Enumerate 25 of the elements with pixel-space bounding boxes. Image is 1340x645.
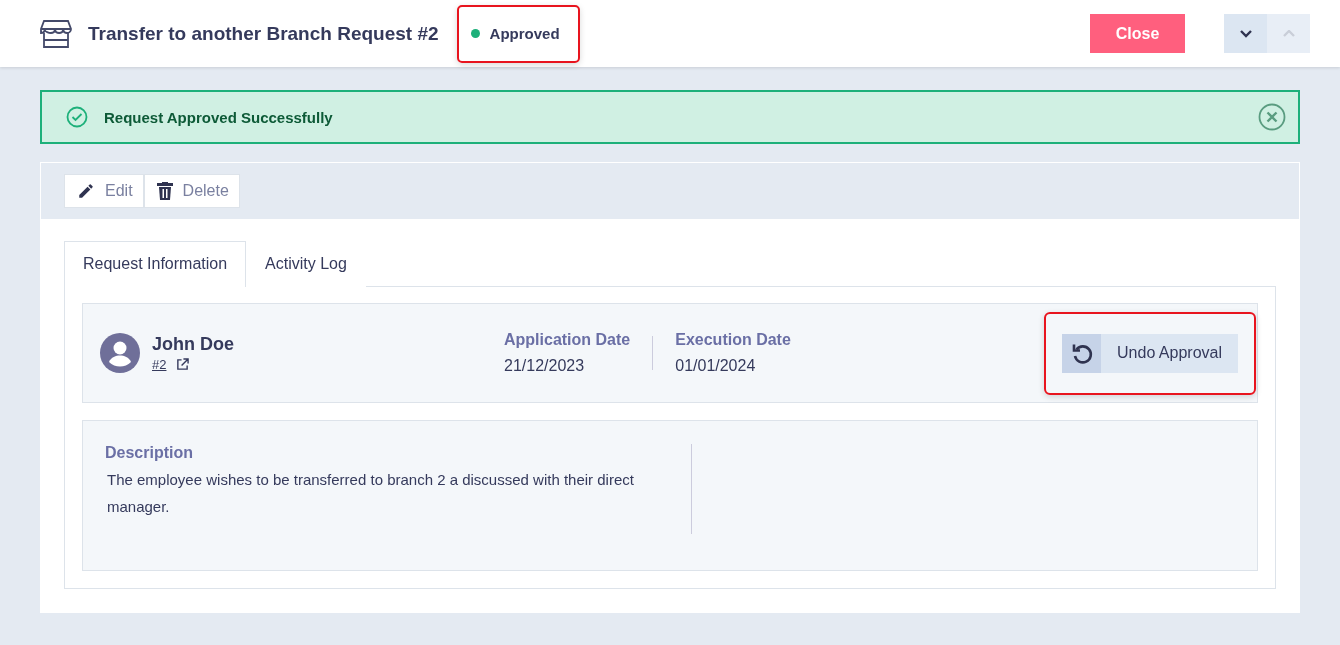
external-link-icon[interactable]	[176, 358, 190, 371]
edit-button[interactable]: Edit	[64, 174, 144, 208]
status-label: Approved	[489, 25, 560, 42]
date-value: 21/12/2023	[504, 357, 586, 375]
employee-number-link[interactable]: #2	[152, 357, 167, 372]
undo-approval-button[interactable]: Undo Approval	[1062, 333, 1238, 373]
next-button[interactable]	[1224, 14, 1267, 53]
close-icon[interactable]	[1258, 103, 1286, 131]
store-icon	[40, 18, 72, 49]
trash-icon	[156, 182, 173, 200]
date-label: Application Date	[504, 331, 631, 349]
alert-message: Request Approved Successfully	[104, 108, 334, 126]
description-text: The employee wishes to be transferred to branch 2 a discussed with their direct manager.	[106, 470, 635, 517]
date-value: 01/01/2024	[675, 357, 757, 375]
check-circle-icon	[66, 106, 88, 128]
delete-button[interactable]: Delete	[143, 174, 240, 208]
employee-name: John Doe	[152, 334, 235, 355]
description-label: Description	[105, 444, 194, 462]
page-title: Transfer to another Branch Request #2	[88, 22, 439, 45]
chevron-up-icon	[1282, 29, 1295, 38]
pencil-icon	[77, 182, 95, 200]
tab[interactable]: Request Information	[64, 241, 247, 287]
avatar-icon	[100, 333, 140, 373]
chevron-down-icon	[1239, 29, 1252, 38]
date-label: Execution Date	[675, 331, 791, 349]
